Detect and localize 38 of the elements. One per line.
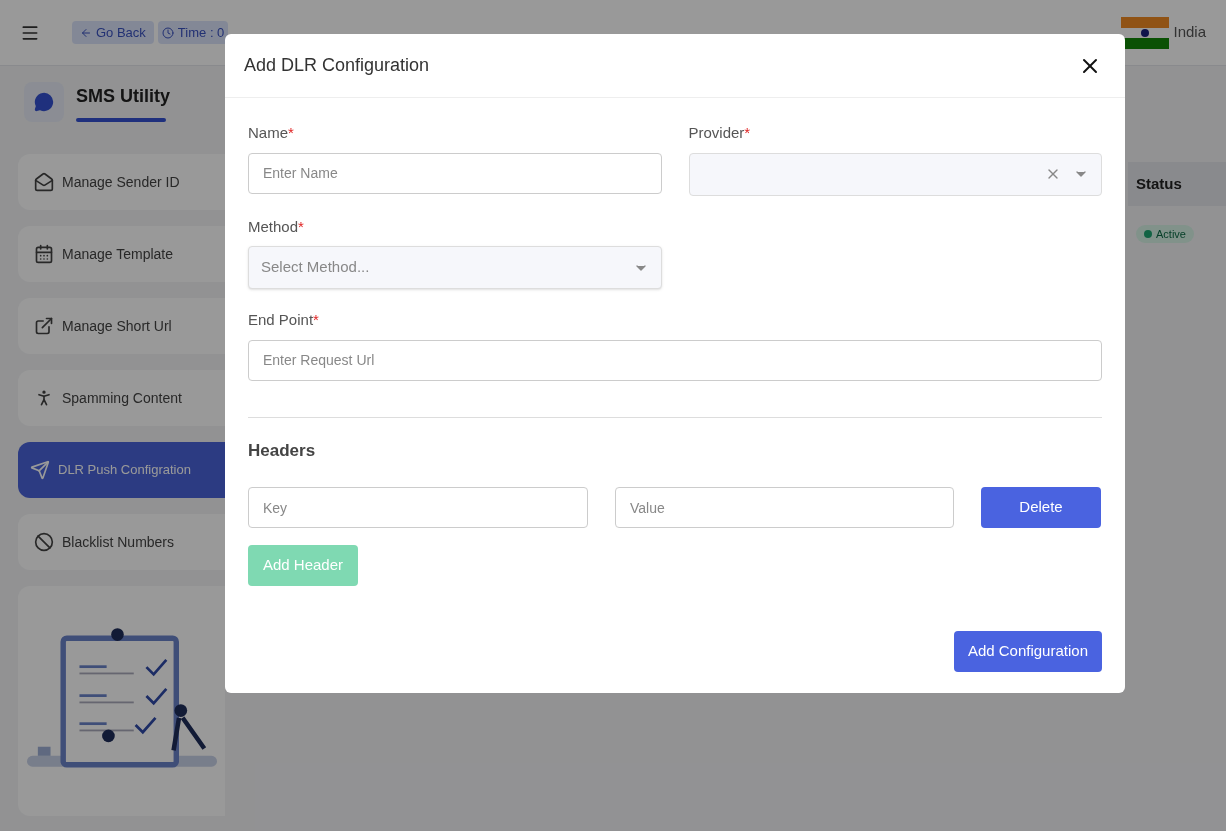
name-input[interactable]: Enter Name (248, 152, 662, 194)
key-input[interactable]: Key (248, 487, 588, 528)
sidebar-title: SMS Utility (76, 84, 170, 108)
endpoint-input[interactable]: Enter Request Url (248, 339, 1102, 381)
required-mark: * (288, 123, 294, 143)
field-label: Name (248, 123, 288, 143)
chat-icon (34, 92, 54, 112)
country-label: India (1173, 22, 1206, 43)
clock-icon (161, 26, 174, 39)
sidebar-item[interactable]: Manage Sender ID (18, 154, 225, 210)
sidebar-item[interactable]: Spamming Content (18, 370, 225, 426)
required-mark: * (744, 123, 751, 143)
envelope-icon (34, 172, 54, 192)
section-heading: Headers (248, 439, 317, 462)
required-mark: * (313, 310, 319, 330)
modal-title: Add DLR Configuration (244, 54, 430, 77)
sidebar-item[interactable]: Manage Short Url (18, 298, 225, 354)
flag-icon (1121, 16, 1170, 49)
field-label: Provider (688, 123, 745, 143)
go-back-button[interactable]: Go Back (72, 20, 154, 45)
sidebar-item[interactable]: DLR Push Configration (18, 442, 225, 498)
sidebar-item[interactable]: Blacklist Numbers (18, 514, 225, 570)
field-label: Method (248, 216, 299, 237)
required-mark: * (298, 216, 304, 237)
arrow-left-icon (80, 26, 92, 39)
value-input[interactable]: Value (615, 487, 954, 528)
paper-plane-icon (30, 460, 50, 480)
delete-button[interactable]: Delete (981, 487, 1101, 528)
sidebar-item[interactable]: Manage Template (18, 226, 225, 282)
time-badge: Time : 0 (157, 20, 229, 45)
ban-icon (34, 532, 54, 552)
external-link-icon (34, 316, 54, 336)
add-configuration-button[interactable]: Add Configuration (953, 631, 1102, 672)
status-badge: Active (1136, 224, 1194, 244)
table-header: Status (1128, 162, 1226, 206)
method-select[interactable]: Select Method... (248, 246, 662, 289)
calendar-icon (34, 244, 54, 264)
field-label: End Point (248, 310, 314, 330)
